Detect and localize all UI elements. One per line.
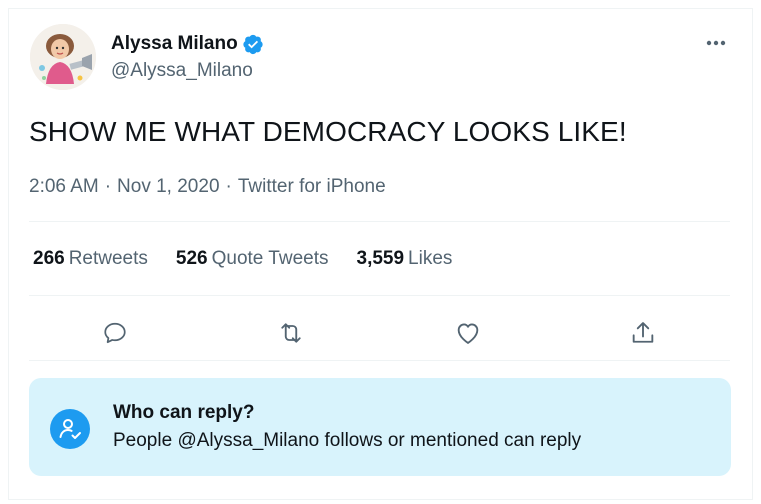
- stat-label: Retweets: [68, 248, 148, 269]
- tweet-date[interactable]: Nov 1, 2020: [117, 176, 219, 198]
- stat-quote-tweets[interactable]: 526 Quote Tweets: [176, 248, 329, 270]
- who-can-reply-panel: Who can reply? People @Alyssa_Milano fol…: [29, 378, 731, 476]
- author-handle[interactable]: @Alyssa_Milano: [111, 60, 253, 82]
- who-can-reply-description: People @Alyssa_Milano follows or mention…: [113, 430, 582, 451]
- retweet-icon: [281, 323, 301, 343]
- tweet-card: Alyssa Milano @Alyssa_Milano SHOW ME WHA…: [8, 8, 753, 500]
- stat-count: 3,559: [356, 248, 405, 269]
- heart-icon: [457, 323, 479, 344]
- who-can-reply-title: Who can reply?: [113, 402, 255, 423]
- more-options-icon[interactable]: [702, 33, 730, 53]
- stat-count: 266: [33, 248, 65, 269]
- reply-icon: [104, 322, 126, 344]
- reply-button[interactable]: [95, 313, 135, 353]
- share-button[interactable]: [623, 313, 663, 353]
- tweet-text: SHOW ME WHAT DEMOCRACY LOOKS LIKE!: [29, 116, 627, 147]
- tweet-actions: [9, 313, 752, 353]
- stat-likes[interactable]: 3,559 Likes: [357, 248, 453, 270]
- author-display-name[interactable]: Alyssa Milano: [111, 33, 238, 55]
- author-name-row[interactable]: Alyssa Milano: [111, 33, 264, 55]
- share-icon: [632, 322, 654, 343]
- stat-retweets[interactable]: 266 Retweets: [33, 248, 148, 270]
- verified-badge-icon: [243, 34, 263, 55]
- avatar[interactable]: [30, 24, 96, 90]
- stat-label: Quote Tweets: [211, 248, 329, 269]
- like-button[interactable]: [448, 313, 488, 353]
- mention-person-icon: [50, 409, 90, 449]
- divider: [29, 221, 730, 222]
- retweet-button[interactable]: [271, 313, 311, 353]
- stat-label: Likes: [408, 248, 453, 269]
- divider: [29, 295, 730, 296]
- meta-separator: ·: [225, 176, 232, 197]
- tweet-source[interactable]: Twitter for iPhone: [238, 176, 386, 198]
- stat-count: 526: [175, 248, 208, 269]
- tweet-meta: 2:06 AM · Nov 1, 2020 · Twitter for iPho…: [29, 176, 386, 198]
- tweet-stats: 266 Retweets 526 Quote Tweets 3,559 Likes: [33, 248, 480, 270]
- meta-separator: ·: [104, 176, 112, 197]
- tweet-time[interactable]: 2:06 AM: [29, 176, 99, 198]
- divider: [29, 360, 730, 361]
